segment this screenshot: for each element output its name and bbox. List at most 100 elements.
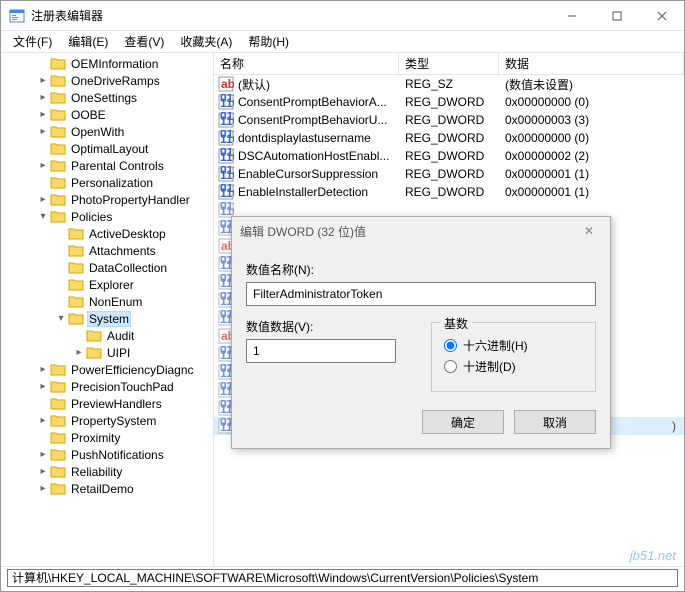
tree-label: RetailDemo	[69, 482, 136, 496]
folder-icon	[86, 329, 102, 343]
dialog-close-button[interactable]: ✕	[576, 224, 602, 238]
list-row[interactable]: 011110ConsentPromptBehaviorU...REG_DWORD…	[214, 111, 684, 129]
folder-icon	[50, 176, 66, 190]
menu-help[interactable]: 帮助(H)	[240, 31, 297, 52]
expander-icon[interactable]: ▾	[37, 211, 49, 222]
radio-hex-input[interactable]	[444, 339, 457, 352]
tree-item[interactable]: DataCollection	[1, 259, 213, 276]
value-type: REG_DWORD	[399, 149, 499, 163]
regedit-icon	[9, 8, 25, 24]
value-type: REG_DWORD	[399, 185, 499, 199]
tree-item[interactable]: ▸PhotoPropertyHandler	[1, 191, 213, 208]
tree-item[interactable]: NonEnum	[1, 293, 213, 310]
radio-dec[interactable]: 十进制(D)	[444, 358, 583, 375]
svg-text:110: 110	[220, 150, 234, 164]
tree-label: Policies	[69, 210, 114, 224]
list-row[interactable]: 011110ConsentPromptBehaviorA...REG_DWORD…	[214, 93, 684, 111]
tree-item[interactable]: ▸PrecisionTouchPad	[1, 378, 213, 395]
tree-item[interactable]: ▸PropertySystem	[1, 412, 213, 429]
svg-text:110: 110	[220, 96, 234, 110]
tree-item[interactable]: ▸PowerEfficiencyDiagnc	[1, 361, 213, 378]
expander-icon[interactable]: ▸	[37, 381, 49, 392]
tree-item[interactable]: ▸Reliability	[1, 463, 213, 480]
folder-icon	[86, 346, 102, 360]
cancel-button[interactable]: 取消	[514, 410, 596, 434]
window-buttons	[549, 1, 684, 31]
tree-item[interactable]: ▸ RetailDemo	[1, 480, 213, 497]
folder-icon	[50, 431, 66, 445]
tree-label: Explorer	[87, 278, 136, 292]
tree-item[interactable]: PreviewHandlers	[1, 395, 213, 412]
list-row[interactable]: 011110EnableInstallerDetectionREG_DWORD0…	[214, 183, 684, 201]
value-type: REG_DWORD	[399, 167, 499, 181]
value-data: 0x00000001 (1)	[499, 167, 684, 181]
tree-item[interactable]: Audit	[1, 327, 213, 344]
col-type[interactable]: 类型	[399, 53, 499, 74]
menu-file[interactable]: 文件(F)	[5, 31, 60, 52]
list-row[interactable]: ab(默认)REG_SZ(数值未设置)	[214, 75, 684, 93]
dialog-titlebar[interactable]: 编辑 DWORD (32 位)值 ✕	[232, 217, 610, 245]
list-row[interactable]: 011110EnableCursorSuppressionREG_DWORD0x…	[214, 165, 684, 183]
tree-item[interactable]: Attachments	[1, 242, 213, 259]
tree-item[interactable]: ▸UIPI	[1, 344, 213, 361]
menu-view[interactable]: 查看(V)	[116, 31, 172, 52]
ok-button[interactable]: 确定	[422, 410, 504, 434]
tree-item[interactable]: ▸Parental Controls	[1, 157, 213, 174]
statusbar	[1, 566, 684, 588]
tree-label: Audit	[105, 329, 136, 343]
radio-dec-input[interactable]	[444, 360, 457, 373]
tree-pane[interactable]: OEMInformation▸OneDriveRamps▸OneSettings…	[1, 53, 214, 566]
value-data-input[interactable]	[246, 339, 396, 363]
tree-item[interactable]: Proximity	[1, 429, 213, 446]
tree-item[interactable]: Personalization	[1, 174, 213, 191]
list-row[interactable]: 011110DSCAutomationHostEnabl...REG_DWORD…	[214, 147, 684, 165]
tree-label: OptimalLayout	[69, 142, 150, 156]
string-icon: ab	[218, 76, 234, 92]
maximize-button[interactable]	[594, 1, 639, 31]
expander-icon[interactable]: ▸	[37, 364, 49, 375]
tree-item[interactable]: ▸OpenWith	[1, 123, 213, 140]
tree-item[interactable]: ▸OOBE	[1, 106, 213, 123]
folder-icon	[50, 57, 66, 71]
tree-item[interactable]: ▸OneDriveRamps	[1, 72, 213, 89]
tree-item[interactable]: ▾System	[1, 310, 213, 327]
tree-item[interactable]: ▸OneSettings	[1, 89, 213, 106]
dword-icon: 011110	[218, 112, 234, 128]
address-bar[interactable]	[7, 569, 678, 587]
close-button[interactable]	[639, 1, 684, 31]
list-row[interactable]: 011110dontdisplaylastusernameREG_DWORD0x…	[214, 129, 684, 147]
expander-icon[interactable]: ▸	[37, 194, 49, 205]
col-name[interactable]: 名称	[214, 53, 399, 74]
expander-icon[interactable]: ▸	[37, 466, 49, 477]
svg-text:ab: ab	[221, 77, 234, 91]
value-name: EnableCursorSuppression	[238, 167, 399, 181]
base-fieldset: 基数 十六进制(H) 十进制(D)	[431, 322, 596, 392]
expander-icon[interactable]: ▾	[55, 313, 67, 324]
folder-icon	[50, 465, 66, 479]
tree-item[interactable]: ActiveDesktop	[1, 225, 213, 242]
value-name: ConsentPromptBehaviorU...	[238, 113, 399, 127]
radio-hex[interactable]: 十六进制(H)	[444, 337, 583, 354]
col-data[interactable]: 数据	[499, 53, 684, 74]
tree-label: DataCollection	[87, 261, 169, 275]
menu-favorites[interactable]: 收藏夹(A)	[172, 31, 240, 52]
expander-icon[interactable]: ▸	[37, 160, 49, 171]
tree-item[interactable]: ▸PushNotifications	[1, 446, 213, 463]
expander-icon[interactable]: ▸	[37, 75, 49, 86]
expander-icon[interactable]: ▸	[37, 109, 49, 120]
value-name: DSCAutomationHostEnabl...	[238, 149, 399, 163]
tree-item[interactable]: ▾ Policies	[1, 208, 213, 225]
dword-icon: 011110	[218, 184, 234, 200]
expander-icon[interactable]: ▸	[73, 347, 85, 358]
expander-icon[interactable]: ▸	[37, 483, 49, 494]
expander-icon[interactable]: ▸	[37, 449, 49, 460]
expander-icon[interactable]: ▸	[37, 415, 49, 426]
tree-item[interactable]: Explorer	[1, 276, 213, 293]
value-name-input[interactable]	[246, 282, 596, 306]
expander-icon[interactable]: ▸	[37, 126, 49, 137]
menu-edit[interactable]: 编辑(E)	[60, 31, 116, 52]
tree-item[interactable]: OptimalLayout	[1, 140, 213, 157]
minimize-button[interactable]	[549, 1, 594, 31]
expander-icon[interactable]: ▸	[37, 92, 49, 103]
tree-item[interactable]: OEMInformation	[1, 55, 213, 72]
